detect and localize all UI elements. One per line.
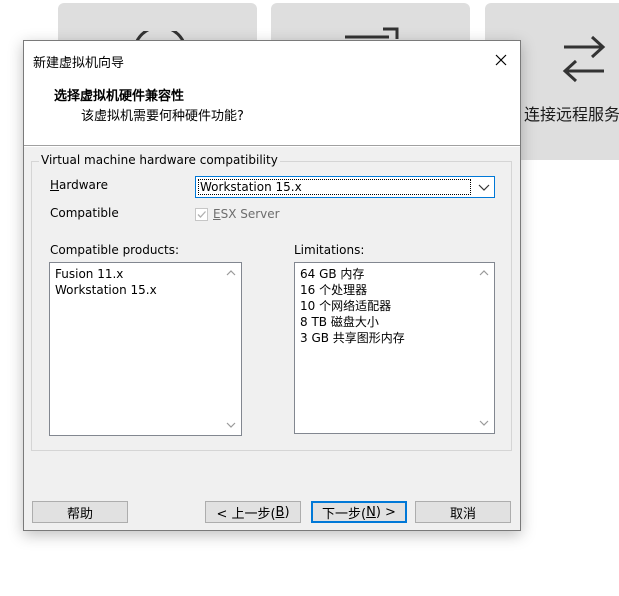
group-title: Virtual machine hardware compatibility xyxy=(39,153,280,167)
compatible-product-item[interactable]: Workstation 15.x xyxy=(55,282,157,298)
window-title: 新建虚拟机向导 xyxy=(33,56,125,71)
limitation-item[interactable]: 3 GB 共享图形内存 xyxy=(300,330,405,346)
checkmark-icon xyxy=(197,211,206,218)
back-accesskey: B xyxy=(275,504,285,520)
limitation-item[interactable]: 8 TB 磁盘大小 xyxy=(300,314,405,330)
next-label-prefix: 下一步( xyxy=(322,506,367,522)
next-accesskey: N xyxy=(366,504,376,520)
limitation-item[interactable]: 10 个网络适配器 xyxy=(300,298,405,314)
esx-accesskey: E xyxy=(213,207,221,221)
hardware-accesskey: H xyxy=(50,178,60,192)
scroll-down-icon[interactable] xyxy=(226,421,236,429)
chevron-down-icon xyxy=(478,184,490,191)
tile-connect-remote-label: 连接远程服务 xyxy=(524,105,619,124)
limitations-label: Limitations: xyxy=(294,243,365,257)
hardware-label: Hardware xyxy=(50,178,108,192)
compatible-product-item[interactable]: Fusion 11.x xyxy=(55,266,157,282)
esx-server-checkbox[interactable] xyxy=(195,208,208,221)
cancel-button[interactable]: 取消 xyxy=(415,501,511,523)
next-button[interactable]: 下一步(N) > xyxy=(311,501,407,523)
new-vm-wizard-dialog: 新建虚拟机向导 选择虚拟机硬件兼容性 该虚拟机需要何种硬件功能? Virtual… xyxy=(23,40,521,531)
scroll-up-icon[interactable] xyxy=(226,269,236,277)
next-label-suffix: ) > xyxy=(375,504,396,520)
esx-label-rest: SX Server xyxy=(220,207,280,221)
back-button[interactable]: < 上一步(B) xyxy=(205,501,301,523)
help-button[interactable]: 帮助 xyxy=(32,501,128,523)
back-label-suffix: ) xyxy=(284,504,290,520)
limitation-item[interactable]: 64 GB 内存 xyxy=(300,266,405,282)
esx-server-label: ESX Server xyxy=(213,207,280,221)
back-label-prefix: < 上一步( xyxy=(216,506,276,522)
compatible-products-label: Compatible products: xyxy=(50,243,180,257)
page-title: 选择虚拟机硬件兼容性 xyxy=(54,89,185,104)
page-subtitle: 该虚拟机需要何种硬件功能? xyxy=(81,109,244,124)
limitation-item[interactable]: 16 个处理器 xyxy=(300,282,405,298)
hardware-select-value: Workstation 15.x xyxy=(198,179,471,195)
compatible-products-list[interactable]: Fusion 11.x Workstation 15.x xyxy=(49,262,242,436)
dialog-header: 新建虚拟机向导 选择虚拟机硬件兼容性 该虚拟机需要何种硬件功能? xyxy=(24,41,520,145)
compatible-label: Compatible xyxy=(50,206,119,220)
close-icon xyxy=(495,54,507,66)
close-button[interactable] xyxy=(487,49,515,71)
header-divider-highlight xyxy=(24,146,520,147)
scroll-down-icon[interactable] xyxy=(479,419,489,427)
export-arrow-icon xyxy=(345,27,399,39)
hardware-select[interactable]: Workstation 15.x xyxy=(195,176,495,198)
limitations-list[interactable]: 64 GB 内存 16 个处理器 10 个网络适配器 8 TB 磁盘大小 3 GB 共享… xyxy=(294,262,495,434)
scroll-up-icon[interactable] xyxy=(479,269,489,277)
swap-arrows-icon xyxy=(562,35,606,83)
hardware-label-rest: ardware xyxy=(59,178,108,192)
